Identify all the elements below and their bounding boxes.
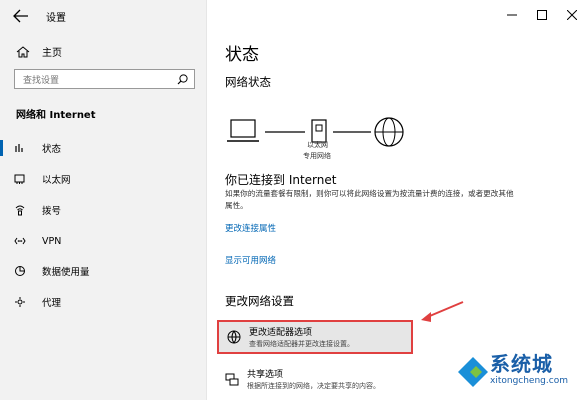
watermark-name: 系统城 — [490, 352, 553, 376]
close-button[interactable] — [557, 0, 587, 30]
adapter-icon — [227, 330, 241, 344]
home-link[interactable]: 主页 — [16, 44, 62, 59]
section-title: 网络和 Internet — [16, 110, 96, 121]
change-adapter-options[interactable]: 更改适配器选项 查看网络适配器并更改连接设置。 — [217, 320, 413, 354]
main-content: 状态 网络状态 以太网 专用网络 你已连接到 Internet 如果你的流量套餐… — [207, 0, 587, 400]
window-controls — [497, 0, 587, 30]
computer-icon — [227, 119, 259, 142]
search-icon[interactable] — [177, 74, 188, 85]
sidebar-item-status[interactable]: 状态 — [0, 136, 207, 160]
ethernet-adapter-icon — [311, 119, 327, 143]
diagram-caption-private: 专用网络 — [303, 152, 331, 160]
status-icon — [15, 144, 23, 152]
network-status-heading: 网络状态 — [225, 75, 271, 89]
sidebar-item-label: 以太网 — [42, 175, 71, 186]
search-placeholder: 查找设置 — [23, 76, 60, 86]
maximize-icon — [537, 10, 547, 20]
sidebar-item-data-usage[interactable]: 数据使用量 — [0, 259, 207, 283]
option-title: 共享选项 — [247, 370, 284, 380]
change-connection-properties-link[interactable]: 更改连接属性 — [225, 222, 276, 234]
sidebar: 设置 主页 查找设置 网络和 Internet 状态 以太网 拨号 VPN 数据… — [0, 0, 207, 400]
sidebar-item-label: 数据使用量 — [42, 267, 90, 278]
sharing-icon — [225, 373, 239, 386]
home-icon — [16, 45, 30, 57]
sidebar-item-ethernet[interactable]: 以太网 — [0, 167, 207, 191]
option-title: 更改适配器选项 — [249, 328, 313, 338]
data-usage-icon — [15, 266, 25, 276]
vpn-icon — [14, 237, 26, 245]
dialup-icon — [15, 205, 25, 216]
home-label: 主页 — [42, 48, 62, 59]
red-arrow-annotation — [421, 301, 464, 322]
window-title: 设置 — [46, 13, 66, 24]
sidebar-item-proxy[interactable]: 代理 — [0, 290, 207, 314]
back-arrow-icon[interactable] — [12, 8, 30, 24]
search-box[interactable]: 查找设置 — [14, 69, 195, 89]
globe-icon — [374, 117, 404, 147]
sidebar-item-label: 拨号 — [42, 206, 62, 217]
sidebar-item-label: 状态 — [42, 144, 62, 155]
watermark-url: xitongcheng.com — [490, 376, 568, 386]
maximize-button[interactable] — [527, 0, 557, 30]
sidebar-item-label: 代理 — [42, 298, 62, 309]
connected-description: 如果你的流量套餐有限制，则你可以将此网络设置为按流量计费的连接，或者更改其他属性… — [225, 189, 514, 210]
show-available-networks-link[interactable]: 显示可用网络 — [225, 254, 276, 266]
sidebar-item-vpn[interactable]: VPN — [0, 229, 207, 253]
connected-title: 你已连接到 Internet — [225, 173, 337, 187]
sidebar-item-label: VPN — [42, 235, 62, 247]
change-settings-heading: 更改网络设置 — [225, 294, 294, 308]
minimize-button[interactable] — [497, 0, 527, 30]
option-description: 查看网络适配器并更改连接设置。 — [249, 340, 354, 348]
sharing-options[interactable]: 共享选项 根据所连接到的网络，决定要共享的内容。 — [217, 362, 413, 396]
minimize-icon — [507, 14, 517, 16]
close-icon — [567, 10, 577, 20]
diagram-caption-ethernet: 以太网 — [307, 141, 328, 149]
page-title: 状态 — [225, 45, 259, 65]
sidebar-item-dialup[interactable]: 拨号 — [0, 198, 207, 222]
proxy-icon — [15, 297, 25, 307]
option-description: 根据所连接到的网络，决定要共享的内容。 — [247, 382, 380, 390]
active-indicator — [0, 140, 3, 156]
ethernet-icon — [14, 174, 25, 184]
